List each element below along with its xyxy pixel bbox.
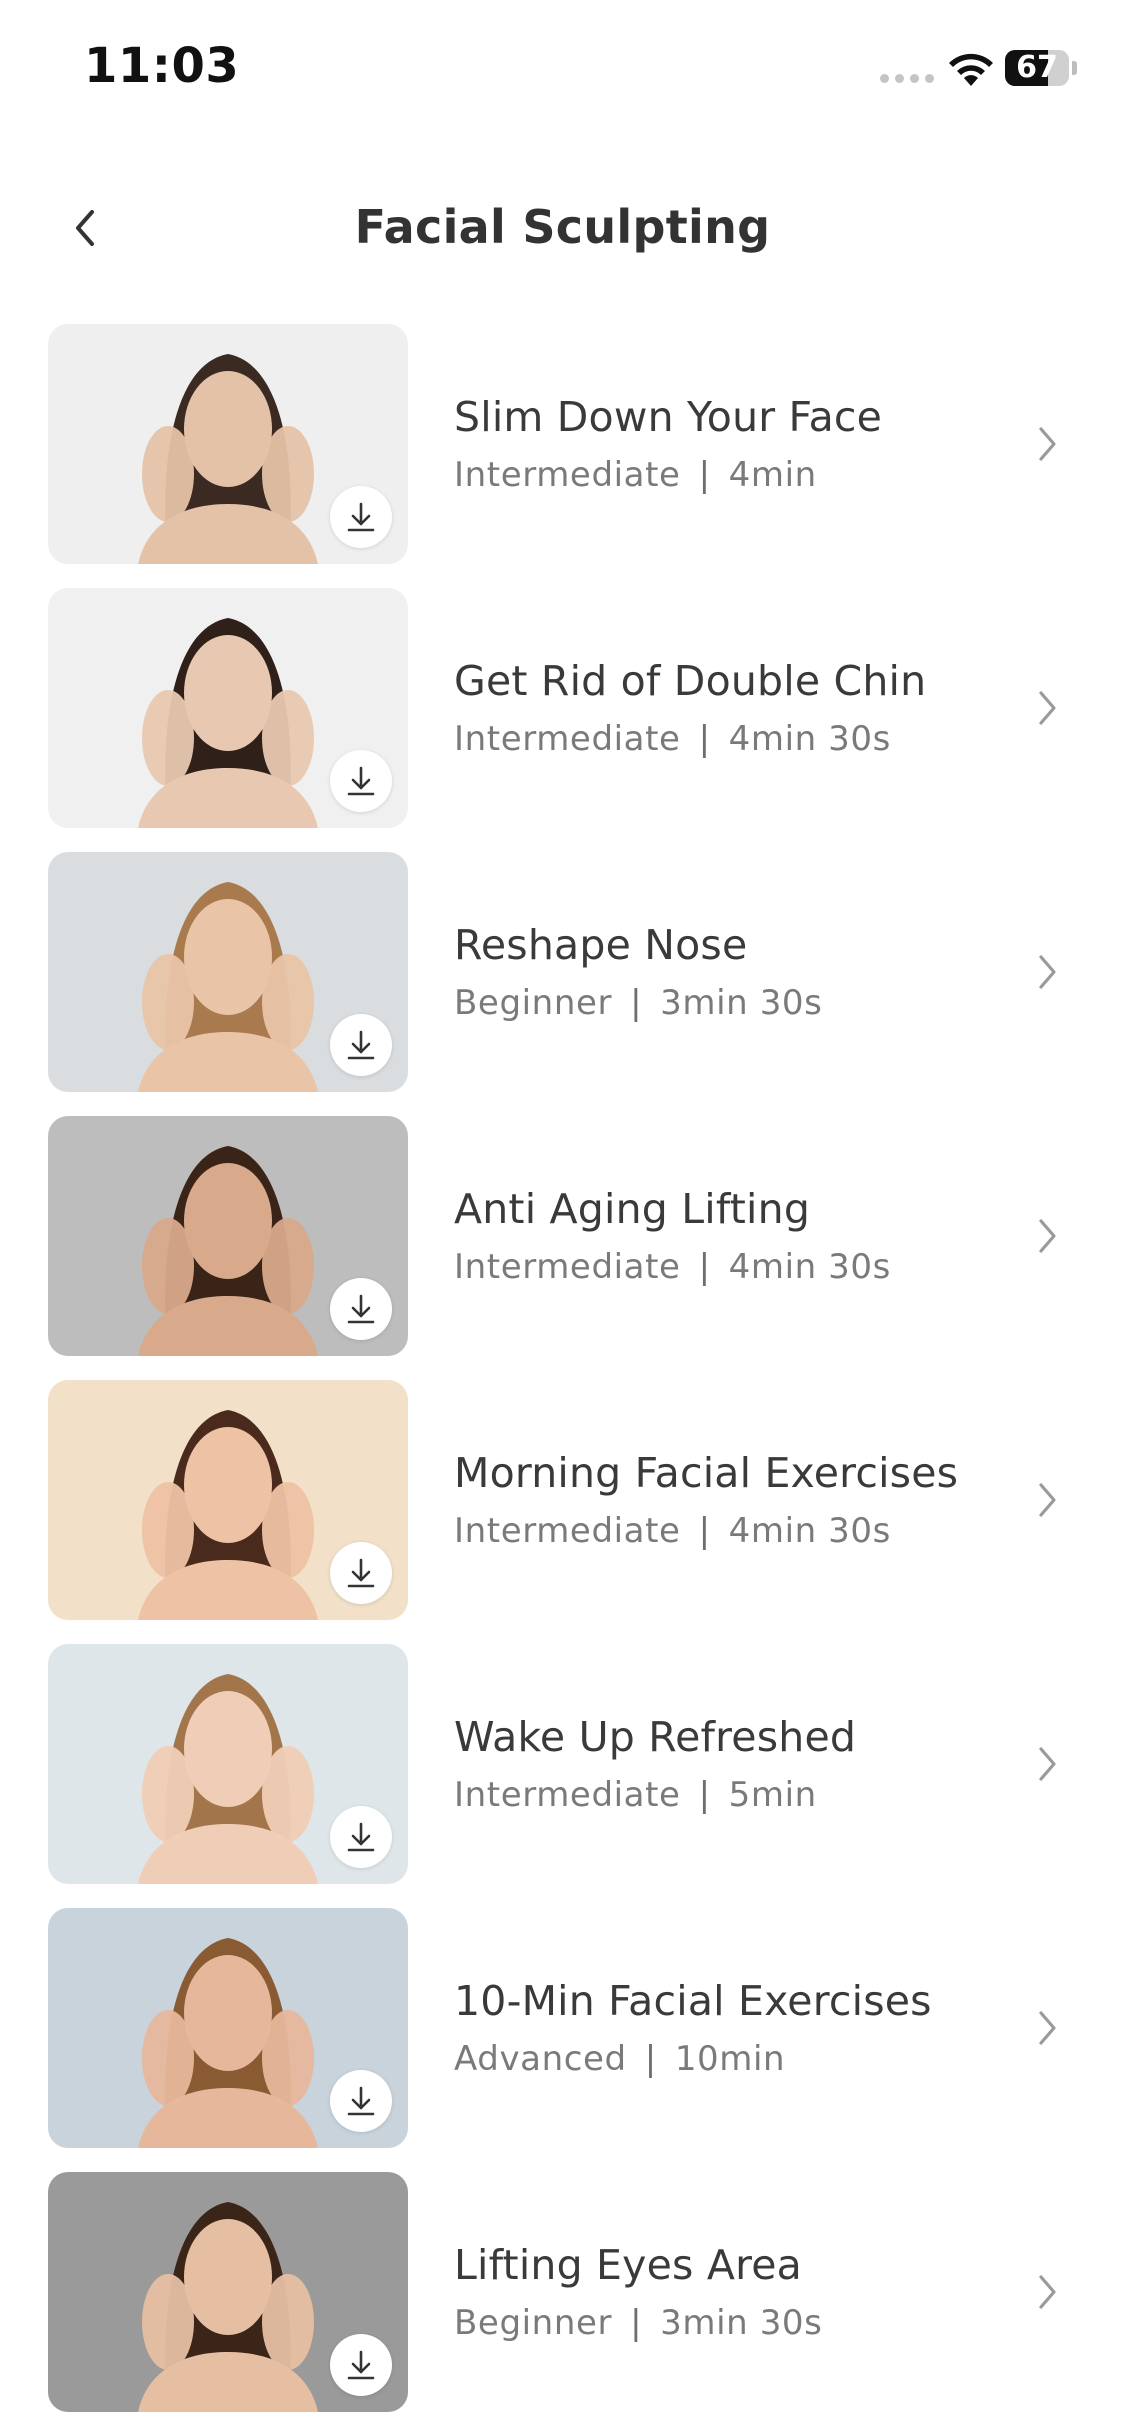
chevron-right-icon: [1018, 414, 1078, 474]
meta-separator: |: [630, 2303, 643, 2343]
workout-level: Intermediate: [454, 1511, 681, 1551]
workout-duration: 4min 30s: [728, 1511, 891, 1551]
workout-meta: Beginner | 3min 30s: [454, 981, 1078, 1025]
list-item-7[interactable]: 10-Min Facial Exercises Advanced | 10min: [48, 1908, 1078, 2148]
workout-duration: 3min 30s: [660, 983, 823, 1023]
workout-info: 10-Min Facial Exercises Advanced | 10min: [454, 1975, 1078, 2081]
battery-icon: 67: [1005, 50, 1077, 86]
download-button[interactable]: [330, 1278, 392, 1340]
list-item-5[interactable]: Morning Facial Exercises Intermediate | 4m…: [48, 1380, 1078, 1620]
status-bar: 11:03 67: [0, 0, 1125, 130]
download-icon: [347, 1294, 375, 1324]
list-item-4[interactable]: Anti Aging Lifting Intermediate | 4min 30s: [48, 1116, 1078, 1356]
workout-info: Lifting Eyes Area Beginner | 3min 30s: [454, 2239, 1078, 2345]
page-title: Facial Sculpting: [354, 200, 771, 254]
workout-level: Intermediate: [454, 719, 681, 759]
list-item-6[interactable]: Wake Up Refreshed Intermediate | 5min: [48, 1644, 1078, 1884]
download-button[interactable]: [330, 2070, 392, 2132]
workout-level: Beginner: [454, 2303, 613, 2343]
status-time: 11:03: [84, 38, 240, 94]
meta-separator: |: [698, 1511, 711, 1551]
workout-level: Advanced: [454, 2039, 627, 2079]
workout-duration: 10min: [674, 2039, 786, 2079]
download-button[interactable]: [330, 2334, 392, 2396]
meta-separator: |: [698, 1247, 711, 1287]
chevron-right-icon: [1018, 1470, 1078, 1530]
workout-title: Morning Facial Exercises: [454, 1449, 959, 1497]
workout-title: Lifting Eyes Area: [454, 2241, 802, 2289]
workout-thumbnail: [48, 1380, 408, 1620]
workout-title: Anti Aging Lifting: [454, 1185, 811, 1233]
workout-info: Anti Aging Lifting Intermediate | 4min 30s: [454, 1183, 1078, 1289]
workout-thumbnail: [48, 324, 408, 564]
workout-info: Get Rid of Double Chin Intermediate | 4min…: [454, 655, 1078, 761]
battery-level: 67: [1016, 50, 1058, 85]
chevron-right-icon: [1018, 1206, 1078, 1266]
download-button[interactable]: [330, 1542, 392, 1604]
workout-duration: 4min 30s: [728, 1247, 891, 1287]
download-icon: [347, 2350, 375, 2380]
chevron-right-icon: [1018, 2262, 1078, 2322]
workout-info: Slim Down Your Face Intermediate | 4min: [454, 391, 1078, 497]
chevron-right-icon: [1018, 1998, 1078, 2058]
workout-meta: Intermediate | 4min: [454, 453, 1078, 497]
download-icon: [347, 2086, 375, 2116]
workout-title: 10-Min Facial Exercises: [454, 1977, 932, 2025]
workout-thumbnail: [48, 1116, 408, 1356]
chevron-right-icon: [1018, 678, 1078, 738]
workout-title: Reshape Nose: [454, 921, 748, 969]
workout-thumbnail: [48, 1908, 408, 2148]
workout-thumbnail: [48, 1644, 408, 1884]
list-item-1[interactable]: Slim Down Your Face Intermediate | 4min: [48, 324, 1078, 564]
meta-separator: |: [698, 719, 711, 759]
cellular-signal-icon: [880, 74, 934, 83]
workout-info: Wake Up Refreshed Intermediate | 5min: [454, 1711, 1078, 1817]
workout-info: Reshape Nose Beginner | 3min 30s: [454, 919, 1078, 1025]
workout-level: Beginner: [454, 983, 613, 1023]
workout-title: Get Rid of Double Chin: [454, 657, 927, 705]
workout-meta: Intermediate | 4min 30s: [454, 717, 1078, 761]
workout-duration: 3min 30s: [660, 2303, 823, 2343]
workout-meta: Advanced | 10min: [454, 2037, 1078, 2081]
download-icon: [347, 766, 375, 796]
workout-level: Intermediate: [454, 1247, 681, 1287]
download-icon: [347, 1030, 375, 1060]
workout-duration: 4min 30s: [728, 719, 891, 759]
download-button[interactable]: [330, 750, 392, 812]
meta-separator: |: [698, 1775, 711, 1815]
workout-level: Intermediate: [454, 455, 681, 495]
workout-title: Slim Down Your Face: [454, 393, 883, 441]
download-button[interactable]: [330, 486, 392, 548]
workout-duration: 5min: [728, 1775, 817, 1815]
workout-title: Wake Up Refreshed: [454, 1713, 857, 1761]
list-item-2[interactable]: Get Rid of Double Chin Intermediate | 4min…: [48, 588, 1078, 828]
workout-meta: Beginner | 3min 30s: [454, 2301, 1078, 2345]
workout-level: Intermediate: [454, 1775, 681, 1815]
meta-separator: |: [698, 455, 711, 495]
download-icon: [347, 1558, 375, 1588]
workout-list: Slim Down Your Face Intermediate | 4min: [48, 324, 1078, 2436]
header: Facial Sculpting: [0, 180, 1125, 280]
chevron-right-icon: [1018, 1734, 1078, 1794]
wifi-icon: [949, 53, 993, 86]
workout-thumbnail: [48, 852, 408, 1092]
workout-thumbnail: [48, 588, 408, 828]
chevron-right-icon: [1018, 942, 1078, 1002]
meta-separator: |: [630, 983, 643, 1023]
workout-duration: 4min: [728, 455, 817, 495]
workout-meta: Intermediate | 4min 30s: [454, 1245, 1078, 1289]
workout-info: Morning Facial Exercises Intermediate | 4m…: [454, 1447, 1078, 1553]
workout-thumbnail: [48, 2172, 408, 2412]
list-item-3[interactable]: Reshape Nose Beginner | 3min 30s: [48, 852, 1078, 1092]
list-item-8[interactable]: Lifting Eyes Area Beginner | 3min 30s: [48, 2172, 1078, 2412]
download-button[interactable]: [330, 1014, 392, 1076]
download-icon: [347, 502, 375, 532]
meta-separator: |: [644, 2039, 657, 2079]
workout-meta: Intermediate | 4min 30s: [454, 1509, 1078, 1553]
workout-meta: Intermediate | 5min: [454, 1773, 1078, 1817]
download-icon: [347, 1822, 375, 1852]
download-button[interactable]: [330, 1806, 392, 1868]
